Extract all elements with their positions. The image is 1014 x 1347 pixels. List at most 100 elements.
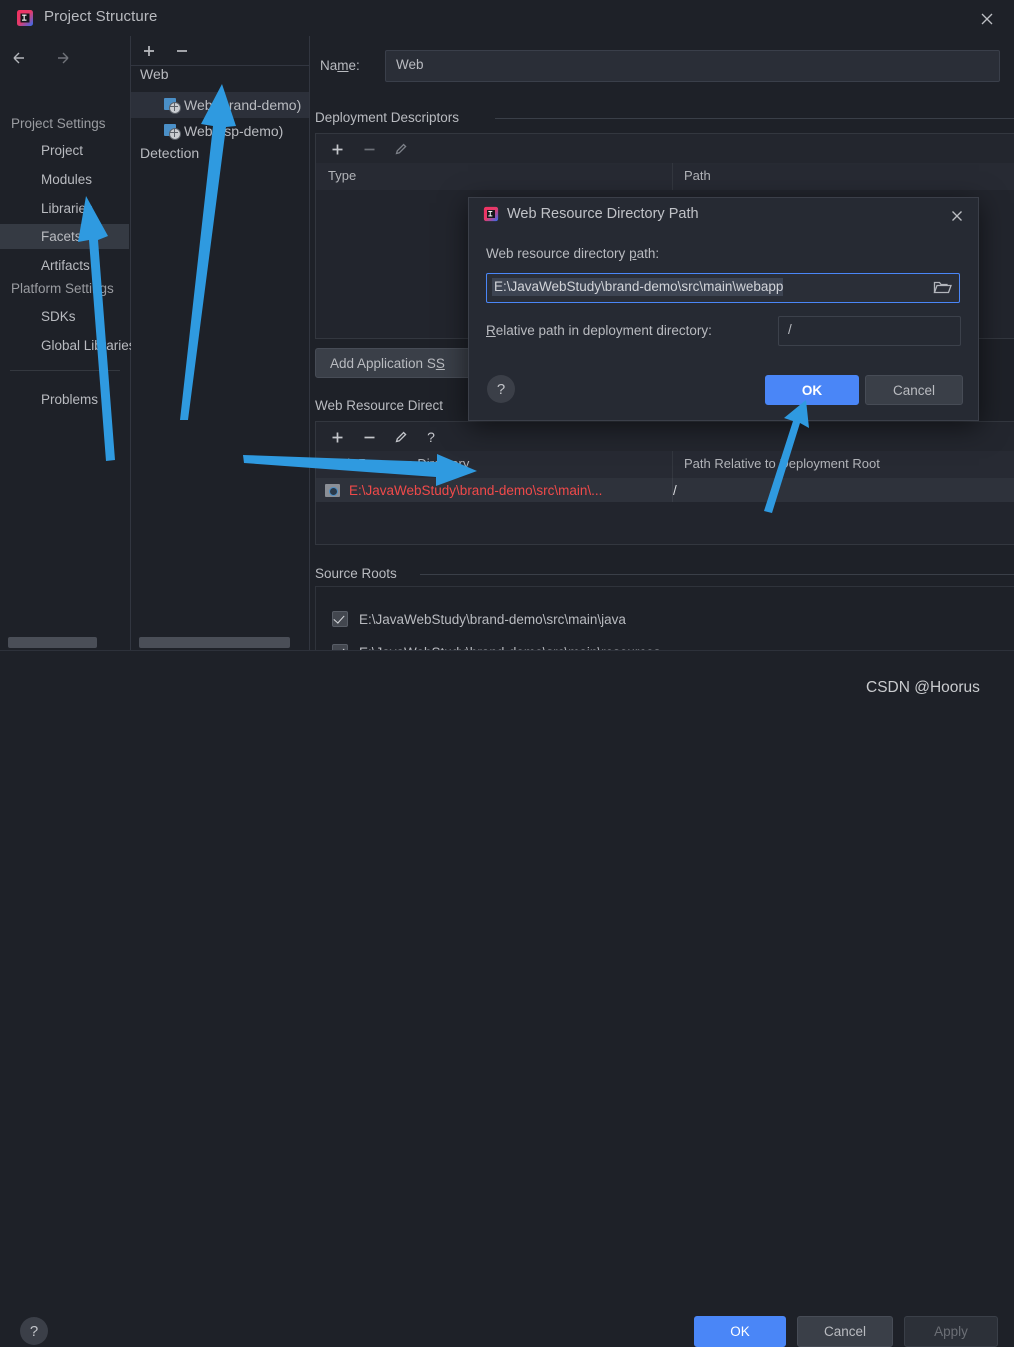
sidebar-group-project-settings: Project Settings: [11, 116, 106, 131]
web-facet-icon: [164, 97, 181, 114]
section-divider: [495, 118, 1014, 119]
facet-node-label: Web (brand-demo): [184, 97, 302, 113]
web-resource-directories-title: Web Resource Direct: [315, 398, 452, 413]
title-bar: Project Structure: [0, 0, 1014, 36]
sidebar-group-platform-settings: Platform Settings: [11, 281, 114, 296]
path-input-value: E:\JavaWebStudy\brand-demo\src\main\weba…: [492, 278, 784, 296]
intellij-idea-icon: [16, 9, 34, 27]
sidebar-item-label: Project: [41, 143, 84, 158]
web-resource-relative-path-value: /: [673, 482, 677, 498]
help-icon[interactable]: ?: [422, 428, 440, 446]
sidebar-item-modules[interactable]: Modules: [0, 167, 129, 192]
close-icon[interactable]: [946, 205, 968, 227]
help-icon[interactable]: ?: [20, 1317, 48, 1345]
sidebar-item-label: Modules: [41, 172, 93, 187]
web-resource-directory-path-dialog: Web Resource Directory Path Web resource…: [468, 197, 979, 421]
pencil-icon[interactable]: [392, 428, 410, 446]
sidebar-item-label: Problems: [41, 392, 99, 407]
deployment-descriptors-toolbar: [315, 133, 1014, 164]
dialog-cancel-button[interactable]: Cancel: [865, 375, 963, 405]
facet-tree-node-detection[interactable]: Detection: [131, 145, 309, 171]
column-header-web-resource-directory: Web Resource Directory: [328, 456, 470, 471]
apply-button: Apply: [904, 1316, 998, 1347]
sidebar-item-label: Artifacts: [41, 258, 90, 273]
arrow-right-icon[interactable]: [54, 48, 76, 68]
web-resource-directories-table[interactable]: E:\JavaWebStudy\brand-demo\src\main\... …: [315, 478, 1014, 545]
facet-name-value: Web: [396, 57, 424, 72]
intellij-idea-icon: [483, 206, 499, 222]
sidebar-horizontal-scrollbar[interactable]: [8, 637, 97, 648]
table-row[interactable]: E:\JavaWebStudy\brand-demo\src\main\... …: [316, 478, 1014, 502]
ok-label: OK: [730, 1324, 750, 1339]
sidebar-item-global-libraries[interactable]: Global Libraries: [0, 333, 136, 358]
deployment-descriptors-header: Type Path: [315, 163, 1014, 191]
sidebar-item-artifacts[interactable]: Artifacts: [0, 253, 129, 278]
path-label-suffix: ath:: [636, 246, 660, 261]
deployment-descriptors-title: Deployment Descriptors: [315, 110, 468, 125]
sidebar-item-problems[interactable]: Problems: [0, 387, 129, 412]
minus-icon[interactable]: [360, 428, 378, 446]
name-label: Name:: [320, 58, 360, 73]
sidebar-divider: [10, 370, 120, 371]
cancel-button[interactable]: Cancel: [797, 1316, 893, 1347]
plus-icon[interactable]: [328, 140, 346, 158]
section-divider: [420, 574, 1014, 575]
facet-tree-horizontal-scrollbar[interactable]: [139, 637, 290, 648]
web-resource-directory-value: E:\JavaWebStudy\brand-demo\src\main\...: [349, 482, 603, 498]
relative-path-input[interactable]: /: [778, 316, 961, 346]
dialog-title: Web Resource Directory Path: [507, 206, 699, 222]
sidebar-item-sdks[interactable]: SDKs: [0, 304, 129, 329]
column-divider: [672, 163, 673, 190]
source-roots-title: Source Roots: [315, 566, 405, 581]
plus-icon[interactable]: [328, 428, 346, 446]
pencil-icon: [392, 140, 410, 158]
sidebar-item-project[interactable]: Project: [0, 138, 129, 163]
path-label-prefix: Web resource directory: [486, 246, 630, 261]
column-divider: [672, 478, 673, 502]
relative-path-value: /: [788, 322, 792, 337]
project-structure-window: Project Structure Project Settings Proje…: [0, 0, 1014, 1347]
facet-name-input[interactable]: Web: [385, 50, 1000, 82]
folder-icon[interactable]: [933, 279, 953, 296]
sidebar-item-facets[interactable]: Facets: [0, 224, 129, 249]
sidebar-item-label: Global Libraries: [41, 338, 136, 353]
source-root-checkbox[interactable]: [332, 611, 348, 627]
source-root-path: E:\JavaWebStudy\brand-demo\src\main\java: [359, 611, 626, 627]
web-directory-icon: [325, 483, 342, 498]
add-application-server-label: Add Application S: [330, 355, 436, 371]
facet-tree-node-web-group[interactable]: Web: [131, 66, 309, 92]
arrow-left-icon[interactable]: [10, 48, 32, 68]
facet-node-label: Detection: [140, 145, 309, 171]
column-header-path: Path: [684, 168, 711, 183]
relative-label-mnemonic: R: [486, 323, 496, 338]
facet-tree-node-web-brand-demo[interactable]: Web (brand-demo): [131, 92, 309, 118]
dialog-cancel-label: Cancel: [892, 382, 936, 398]
column-header-path-relative: Path Relative to Deployment Root: [684, 456, 880, 471]
settings-sidebar: Project Settings Project Modules Librari…: [0, 36, 136, 650]
minus-icon[interactable]: [173, 42, 191, 60]
ok-button[interactable]: OK: [694, 1316, 786, 1347]
path-label-mnemonic: p: [629, 246, 637, 261]
facet-tree-toolbar: [131, 36, 309, 66]
web-facet-icon: [164, 123, 181, 140]
footer-bar: ? OK Cancel Apply: [0, 650, 1014, 1347]
plus-icon[interactable]: [140, 42, 158, 60]
web-resource-directory-path-input[interactable]: E:\JavaWebStudy\brand-demo\src\main\weba…: [486, 273, 960, 303]
dialog-ok-button[interactable]: OK: [765, 375, 859, 405]
web-resource-directories-header: Web Resource Directory Path Relative to …: [315, 451, 1014, 479]
help-icon[interactable]: ?: [487, 375, 515, 403]
web-resource-directories-toolbar: ?: [315, 421, 1014, 452]
minus-icon: [360, 140, 378, 158]
close-icon[interactable]: [974, 6, 1000, 32]
column-divider: [672, 451, 673, 478]
web-resource-directory-path-label: Web resource directory path:: [486, 246, 659, 261]
sidebar-item-label: SDKs: [41, 309, 76, 324]
sidebar-item-label: Libraries: [41, 201, 93, 216]
navigation-buttons: [10, 48, 76, 68]
sidebar-item-libraries[interactable]: Libraries: [0, 196, 129, 221]
source-root-item[interactable]: E:\JavaWebStudy\brand-demo\src\main\java: [332, 607, 626, 631]
relative-path-label: Relative path in deployment directory:: [486, 323, 712, 338]
sidebar-item-label: Facets: [41, 229, 82, 244]
facet-tree-node-web-jsp-demo[interactable]: Web (jsp-demo): [131, 118, 309, 144]
column-header-type: Type: [328, 168, 357, 183]
